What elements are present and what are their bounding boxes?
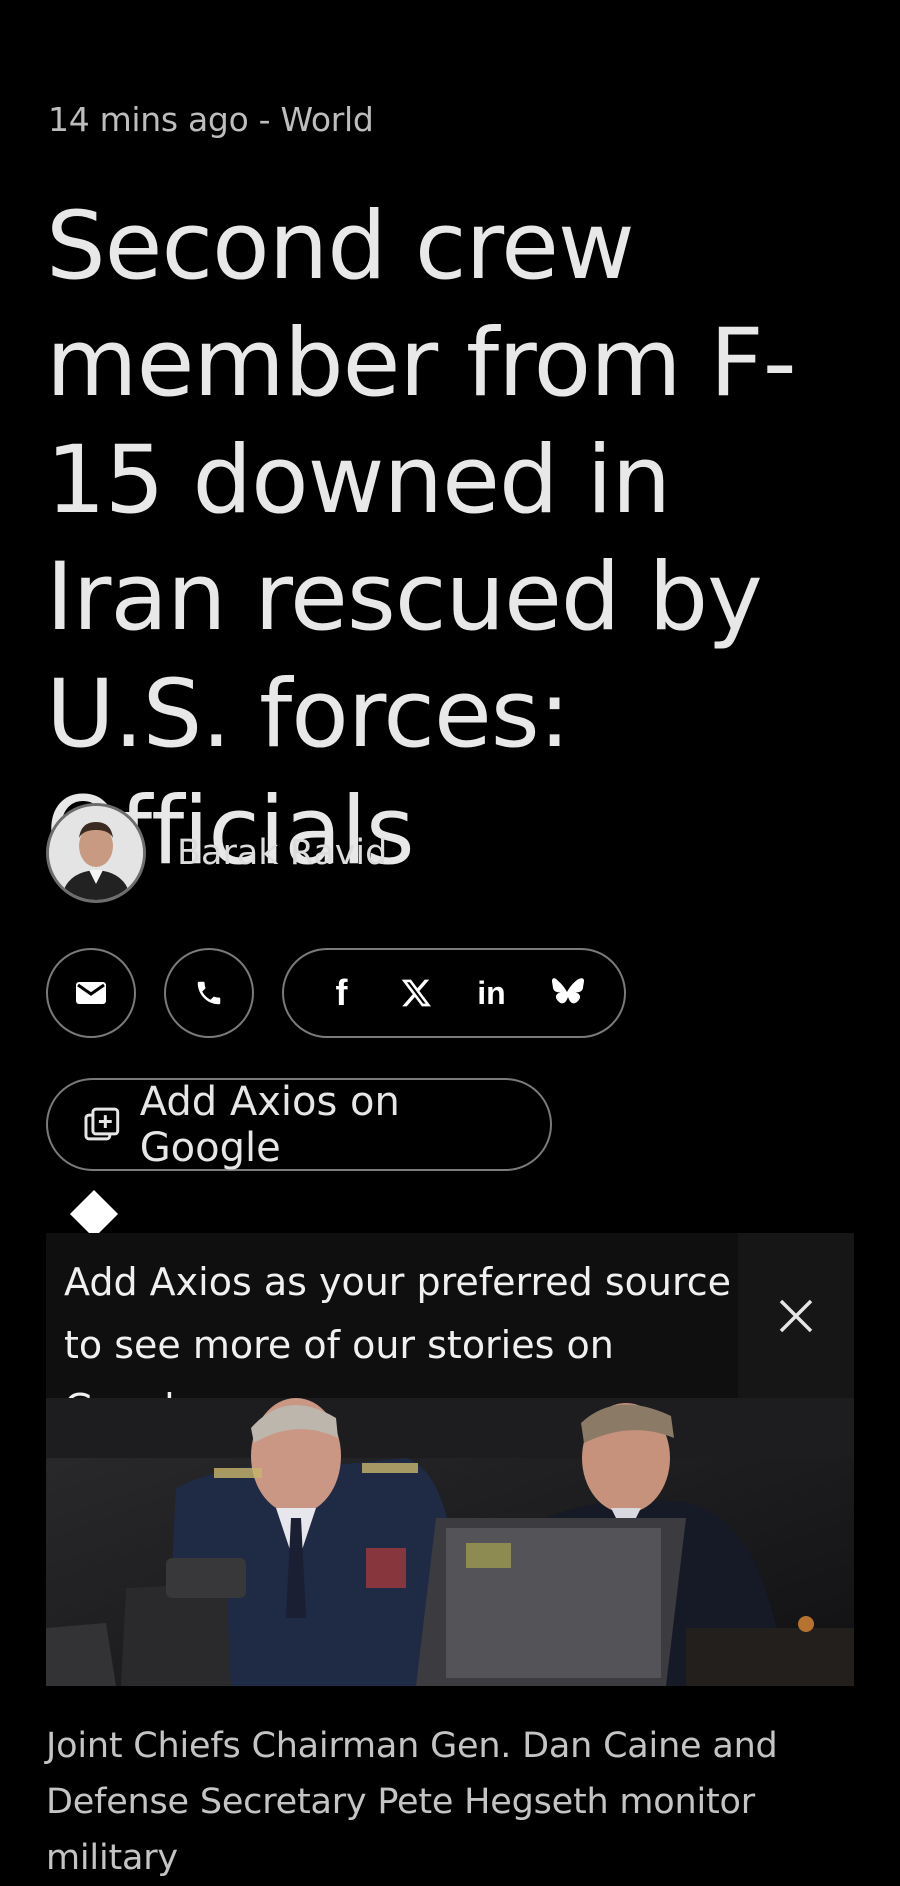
- share-row: f in: [46, 948, 626, 1038]
- tooltip-close-button[interactable]: [738, 1233, 854, 1398]
- author-avatar[interactable]: [46, 803, 146, 903]
- timestamp: 14 mins ago: [48, 100, 249, 139]
- meta-separator: -: [248, 100, 281, 139]
- phone-share-button[interactable]: [164, 948, 254, 1038]
- email-share-button[interactable]: [46, 948, 136, 1038]
- section-link[interactable]: World: [280, 100, 373, 139]
- tooltip-pointer: [69, 1189, 119, 1239]
- byline: Barak Ravid: [46, 803, 387, 903]
- add-to-library-icon: [84, 1107, 120, 1140]
- linkedin-icon[interactable]: in: [467, 968, 517, 1018]
- add-axios-on-google-button[interactable]: Add Axios on Google: [46, 1078, 552, 1171]
- article-meta: 14 mins ago - World: [48, 100, 374, 139]
- facebook-icon[interactable]: f: [317, 968, 367, 1018]
- phone-icon: [197, 981, 221, 1005]
- add-axios-label: Add Axios on Google: [139, 1078, 400, 1171]
- close-icon: [779, 1299, 813, 1332]
- article-headline: Second crew member from F-15 downed in I…: [46, 192, 797, 886]
- author-name[interactable]: Barak Ravid: [177, 833, 387, 873]
- article-photo: [46, 1398, 854, 1686]
- photo-caption: Joint Chiefs Chairman Gen. Dan Caine and…: [46, 1726, 778, 1878]
- social-share-group: f in: [282, 948, 626, 1038]
- bluesky-icon[interactable]: [542, 968, 592, 1018]
- preferred-source-tooltip: Add Axios as your preferred source to se…: [46, 1233, 854, 1430]
- x-icon[interactable]: [392, 968, 442, 1018]
- envelope-icon: [76, 982, 106, 1004]
